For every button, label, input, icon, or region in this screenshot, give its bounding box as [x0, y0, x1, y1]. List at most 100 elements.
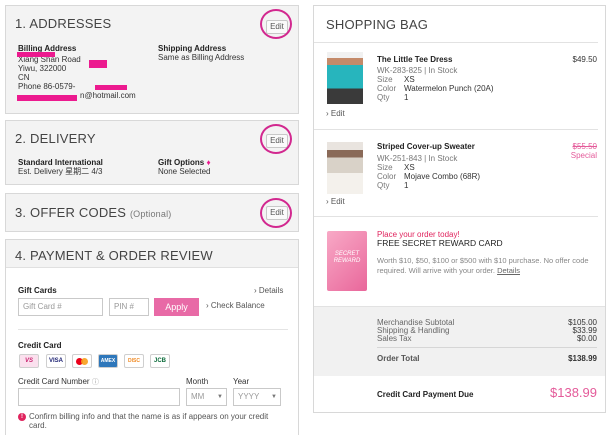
credit-card-label: Credit Card: [18, 341, 62, 350]
promo-body-text: Worth $10, $50, $100 or $500 with $10 pu…: [377, 256, 589, 275]
expiry-year-select[interactable]: YYYY ▼: [233, 388, 281, 406]
item-special-price: Special: [570, 151, 597, 160]
redaction-mark: [17, 52, 55, 57]
gift-options-label: Gift Options ♦: [158, 158, 211, 167]
billing-address-lines: Xiang Shan Road Yiwu, 322000 CN Phone 86…: [18, 55, 136, 100]
payment-title: 4. PAYMENT & ORDER REVIEW: [15, 248, 213, 263]
alert-icon: !: [18, 413, 26, 421]
qty-label: Qty: [377, 181, 390, 190]
size-value: XS: [404, 163, 415, 172]
sales-tax-value: $0.00: [576, 334, 597, 343]
color-value: Mojave Combo (68R): [404, 172, 481, 181]
promo-details-link[interactable]: Details: [497, 266, 520, 275]
delivery-panel: 2. DELIVERY Standard International Est. …: [5, 120, 299, 185]
gift-options-text: Gift Options: [158, 158, 205, 167]
size-value: XS: [404, 75, 415, 84]
payment-due-label: Credit Card Payment Due: [377, 390, 474, 399]
year-label: Year: [233, 377, 250, 386]
expiry-month-select[interactable]: MM ▼: [186, 388, 227, 406]
gift-icon: ♦: [206, 158, 211, 167]
color-value: Watermelon Punch (20A): [404, 84, 494, 93]
divider: [314, 42, 598, 43]
redaction-mark: [95, 85, 127, 90]
delivery-method-label: Standard International: [18, 158, 103, 167]
cc-number-label-text: Credit Card Number: [18, 377, 90, 386]
item-sku: WK-283-825 | In Stock: [377, 66, 458, 75]
apply-gift-card-button[interactable]: Apply: [154, 298, 199, 316]
mastercard-yellow-circle: [81, 358, 88, 365]
item-price: $49.50: [572, 55, 597, 64]
gift-cards-label: Gift Cards: [18, 286, 57, 295]
item-name[interactable]: The Little Tee Dress: [377, 55, 452, 64]
sales-tax-label: Sales Tax: [377, 334, 412, 343]
mastercard-icon: [72, 354, 92, 368]
billing-line: CN: [18, 73, 30, 82]
order-summary: [314, 306, 605, 376]
info-icon[interactable]: ⓘ: [92, 379, 99, 386]
shipping-address-label: Shipping Address: [158, 44, 227, 53]
order-total-label: Order Total: [377, 354, 420, 363]
shopping-bag-title: SHOPPING BAG: [326, 17, 429, 32]
delivery-title: 2. DELIVERY: [15, 131, 96, 146]
visa-card-icon: VISA: [46, 354, 66, 368]
order-total-value: $138.99: [568, 354, 597, 363]
gift-card-number-input[interactable]: Gift Card #: [18, 298, 103, 316]
gift-options-value: None Selected: [158, 167, 211, 176]
item-qty: Qty 1: [377, 93, 408, 102]
qty-value: 1: [404, 181, 409, 190]
color-label: Color: [377, 84, 397, 93]
item-size: Size XS: [377, 75, 415, 84]
size-label: Size: [377, 75, 393, 84]
color-label: Color: [377, 172, 397, 181]
gift-card-details-link[interactable]: › Details: [254, 286, 283, 295]
year-value: YYYY: [238, 392, 260, 401]
amex-card-icon: AMEX: [98, 354, 118, 368]
reward-card-text: SECRET REWARD: [333, 251, 361, 264]
product-image-sweater[interactable]: [327, 142, 363, 194]
shipping-address-value: Same as Billing Address: [158, 53, 245, 62]
jcb-card-icon: JCB: [150, 354, 170, 368]
divider: [314, 216, 598, 217]
credit-card-number-label: Credit Card Number ⓘ: [18, 377, 99, 387]
offer-codes-title: 3. OFFER CODES (Optional): [15, 205, 171, 220]
edit-highlight-circle: [260, 9, 292, 39]
size-label: Size: [377, 163, 393, 172]
check-balance-link[interactable]: › Check Balance: [206, 301, 265, 310]
product-image-tee-dress[interactable]: [327, 52, 363, 104]
offer-codes-panel: 3. OFFER CODES (Optional) Edit: [5, 193, 299, 232]
item-color: Color Watermelon Punch (20A): [377, 84, 494, 93]
optional-label: (Optional): [129, 209, 172, 219]
discover-card-icon: DISC: [124, 354, 144, 368]
edit-item-link[interactable]: › Edit: [326, 197, 345, 206]
item-price: $55.50: [572, 142, 597, 151]
payment-divider: [18, 329, 288, 330]
chevron-down-icon: ▼: [271, 394, 277, 400]
promo-title: FREE SECRET REWARD CARD: [377, 238, 503, 248]
addresses-title: 1. ADDRESSES: [15, 16, 112, 31]
chevron-down-icon: ▼: [217, 394, 223, 400]
promo-body: Worth $10, $50, $100 or $500 with $10 pu…: [377, 256, 602, 276]
redaction-mark: [17, 95, 77, 101]
month-value: MM: [191, 392, 205, 401]
credit-card-number-input[interactable]: [18, 388, 180, 406]
item-qty: Qty 1: [377, 181, 408, 190]
summary-divider: [377, 347, 597, 348]
item-size: Size XS: [377, 163, 415, 172]
qty-value: 1: [404, 93, 409, 102]
edit-item-link[interactable]: › Edit: [326, 109, 345, 118]
victorias-secret-card-icon: VS: [19, 354, 39, 368]
item-color: Color Mojave Combo (68R): [377, 172, 480, 181]
confirm-billing-notice: ! Confirm billing info and that the name…: [18, 412, 288, 430]
payment-due-value: $138.99: [550, 385, 597, 400]
gift-card-pin-input[interactable]: PIN #: [109, 298, 149, 316]
confirm-billing-text: Confirm billing info and that the name i…: [29, 412, 269, 430]
item-name[interactable]: Striped Cover-up Sweater: [377, 142, 475, 151]
qty-label: Qty: [377, 93, 390, 102]
month-label: Month: [186, 377, 209, 386]
secret-reward-card-image: SECRET REWARD: [327, 231, 367, 291]
item-sku: WK-251-843 | In Stock: [377, 154, 458, 163]
edit-highlight-circle: [260, 198, 292, 228]
offer-codes-title-text: 3. OFFER CODES: [15, 205, 127, 220]
redaction-mark: [89, 60, 107, 68]
payment-panel: 4. PAYMENT & ORDER REVIEW Gift Cards › D…: [5, 239, 299, 435]
